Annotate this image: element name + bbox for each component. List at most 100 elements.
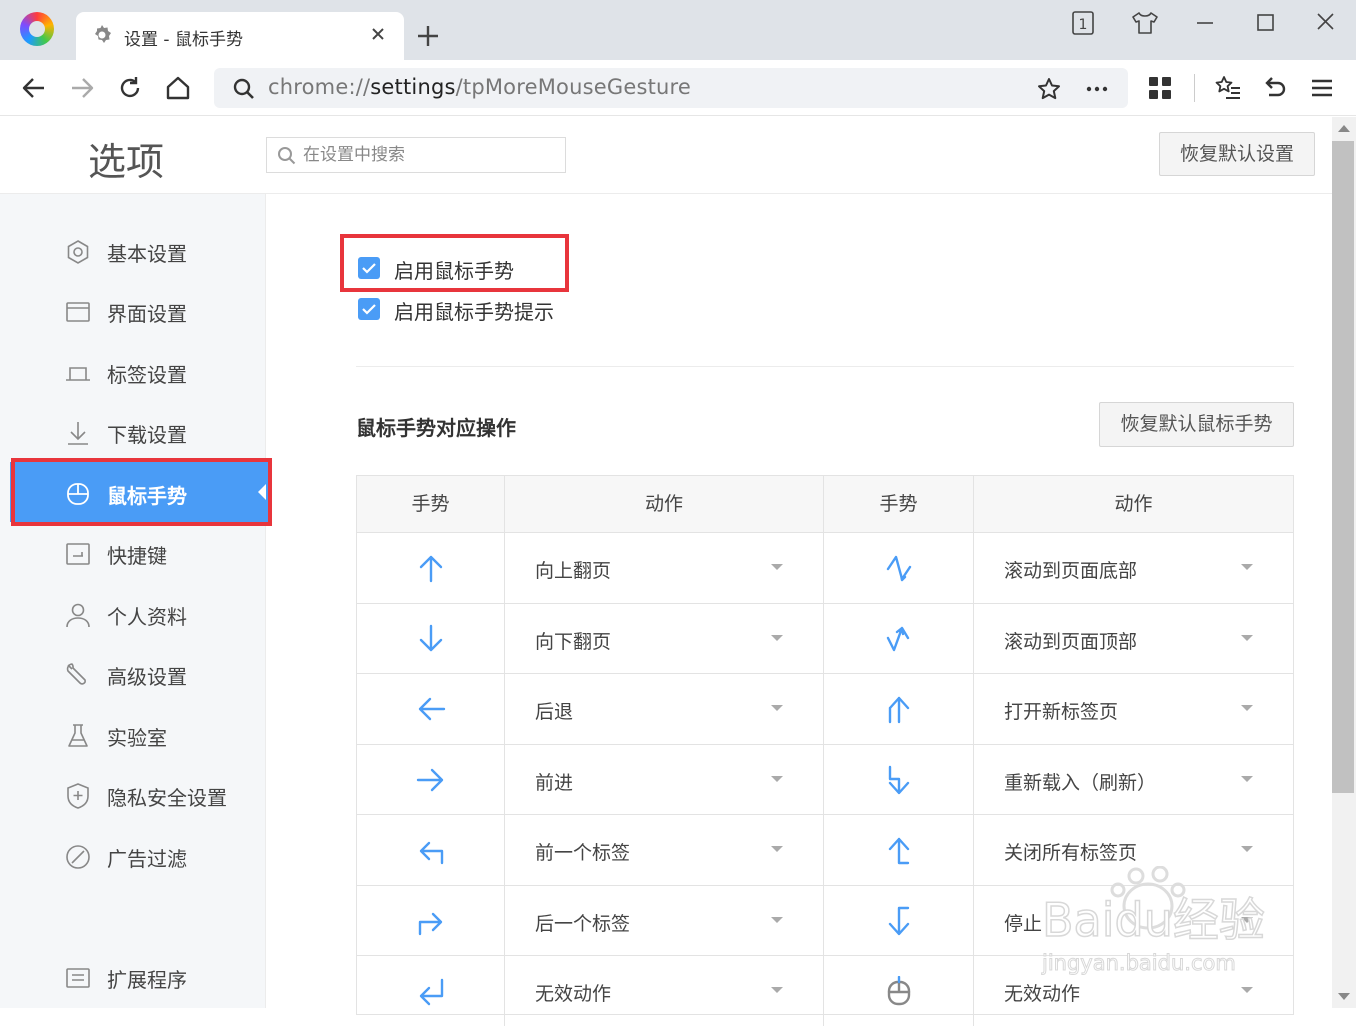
sidebar-item-lab[interactable]: 实验室 — [10, 704, 268, 764]
browser-logo-icon[interactable] — [20, 12, 54, 46]
gesture-section-title: 鼠标手势对应操作 — [356, 416, 516, 440]
gesture-cell — [824, 815, 974, 885]
sidebar-item-basic[interactable]: 基本设置 — [10, 220, 268, 280]
sidebar-item-extensions[interactable]: 扩展程序 — [10, 946, 268, 1006]
title-bar: 设置 - 鼠标手势 1 — [0, 0, 1356, 60]
sidebar-item-profile[interactable]: 个人资料 — [10, 583, 268, 643]
action-select-value: 后退 — [535, 701, 574, 723]
action-select[interactable]: 重新载入（刷新） — [974, 745, 1293, 815]
action-select[interactable]: 无效动作 — [505, 956, 824, 1026]
dropdown-caret-icon — [1241, 775, 1253, 782]
gesture-cell — [824, 744, 974, 815]
toolbar-divider — [1194, 74, 1195, 102]
settings-sidebar: 基本设置 界面设置 标签设置 下载设置 鼠标手势 快捷键 个人资料 高级设置 实… — [0, 194, 272, 1008]
shield-icon — [67, 783, 89, 809]
gesture-hint-label: 启用鼠标手势提示 — [394, 300, 554, 324]
sidebar-item-adblock[interactable]: 广告过滤 — [10, 825, 268, 885]
new-tab-icon[interactable] — [414, 22, 442, 50]
home-icon[interactable] — [164, 74, 192, 102]
address-bar[interactable]: chrome://settings/tpMoreMouseGesture — [214, 68, 1128, 108]
scroll-up-arrow-icon[interactable] — [1338, 125, 1350, 132]
down-up-icon — [888, 696, 910, 724]
action-select-value: 无效动作 — [1004, 983, 1081, 1005]
back-arrow-icon[interactable] — [20, 74, 48, 102]
skin-icon[interactable] — [1130, 8, 1160, 38]
sidebar-item-tabs[interactable]: 标签设置 — [10, 341, 268, 401]
action-select-value: 滚动到页面顶部 — [1004, 630, 1138, 653]
page-scrollbar[interactable] — [1332, 117, 1356, 1008]
action-select[interactable]: 向上翻页 — [505, 533, 824, 603]
dropdown-caret-icon — [1241, 987, 1253, 993]
sidebar-item-label: 隐私安全设置 — [107, 786, 227, 810]
table-row: 向上翻页 滚动到页面底部 — [357, 532, 1293, 603]
undo-close-icon[interactable] — [1260, 74, 1288, 102]
favorites-list-icon[interactable] — [1214, 74, 1242, 102]
action-select[interactable]: 后一个标签 — [505, 885, 824, 956]
reset-all-settings-button[interactable]: 恢复默认设置 — [1159, 132, 1315, 176]
table-row: 后退 打开新标签页 — [357, 673, 1293, 744]
dropdown-caret-icon — [771, 987, 783, 993]
action-select[interactable]: 滚动到页面顶部 — [974, 604, 1293, 674]
column-header-action: 动作 — [505, 476, 824, 532]
dropdown-caret-icon — [1241, 916, 1253, 923]
sidebar-item-mouse-gesture[interactable]: 鼠标手势 — [10, 462, 268, 522]
settings-search-box[interactable] — [266, 137, 566, 173]
tab-count-icon[interactable]: 1 — [1068, 8, 1098, 38]
action-select[interactable]: 打开新标签页 — [974, 674, 1293, 744]
extensions-icon — [66, 968, 90, 988]
section-divider — [356, 366, 1294, 367]
tab-settings[interactable]: 设置 - 鼠标手势 — [76, 12, 404, 60]
settings-search-input[interactable] — [303, 144, 553, 166]
action-select[interactable]: 前进 — [505, 744, 824, 815]
sidebar-item-label: 基本设置 — [107, 242, 187, 266]
gesture-cell — [357, 674, 505, 744]
window-close-icon[interactable] — [1310, 8, 1340, 38]
table-row: 无效动作 无效动作 — [357, 955, 1293, 1026]
up-down-icon — [888, 765, 910, 794]
dropdown-caret-icon — [1241, 564, 1253, 570]
action-select-value: 后一个标签 — [535, 912, 631, 935]
close-icon[interactable] — [368, 24, 388, 44]
action-select[interactable]: 前一个标签 — [505, 815, 824, 885]
maximize-icon[interactable] — [1250, 8, 1280, 38]
sidebar-item-label: 界面设置 — [107, 302, 187, 326]
sidebar-item-interface[interactable]: 界面设置 — [10, 280, 268, 340]
menu-icon[interactable] — [1308, 74, 1336, 102]
enable-gesture-checkbox[interactable] — [358, 257, 380, 279]
action-select[interactable]: 停止 — [974, 886, 1293, 956]
block-icon — [66, 845, 90, 869]
gesture-cell — [357, 744, 505, 815]
action-select-value: 关闭所有标签页 — [1004, 842, 1138, 864]
apps-grid-icon[interactable] — [1146, 74, 1174, 102]
reload-icon[interactable] — [116, 74, 144, 102]
sidebar-item-privacy[interactable]: 隐私安全设置 — [10, 764, 268, 824]
arrow-down-icon — [419, 624, 443, 651]
sidebar-item-shortcuts[interactable]: 快捷键 — [10, 522, 268, 582]
minimize-icon[interactable] — [1190, 8, 1220, 38]
table-row: 前一个标签 关闭所有标签页 — [357, 814, 1293, 885]
action-select[interactable]: 关闭所有标签页 — [974, 815, 1293, 885]
scroll-thumb[interactable] — [1332, 141, 1354, 793]
sidebar-item-label: 鼠标手势 — [107, 484, 187, 508]
sidebar-item-download[interactable]: 下载设置 — [10, 401, 268, 461]
arrow-left-icon — [418, 697, 446, 721]
checkmark-icon — [362, 304, 376, 315]
more-dots-icon[interactable] — [1084, 76, 1110, 102]
action-select[interactable]: 无效动作 — [974, 956, 1293, 1026]
sidebar-item-label: 个人资料 — [107, 605, 187, 629]
action-select[interactable]: 滚动到页面底部 — [974, 533, 1293, 603]
scroll-down-arrow-icon[interactable] — [1338, 993, 1350, 1000]
action-select[interactable]: 向下翻页 — [505, 603, 824, 674]
forward-arrow-icon[interactable] — [68, 74, 96, 102]
dropdown-caret-icon — [1241, 846, 1253, 852]
action-select-value: 前一个标签 — [535, 842, 631, 864]
url-text: chrome://settings/tpMoreMouseGesture — [268, 75, 692, 99]
reset-gestures-button[interactable]: 恢复默认鼠标手势 — [1099, 402, 1294, 447]
sidebar-item-advanced[interactable]: 高级设置 — [10, 643, 268, 703]
dropdown-caret-icon — [771, 564, 783, 570]
bookmark-star-icon[interactable] — [1036, 76, 1062, 102]
keyboard-icon — [66, 543, 90, 565]
action-select-value: 打开新标签页 — [1004, 701, 1119, 723]
gesture-hint-checkbox[interactable] — [358, 298, 380, 320]
action-select[interactable]: 后退 — [505, 674, 824, 744]
